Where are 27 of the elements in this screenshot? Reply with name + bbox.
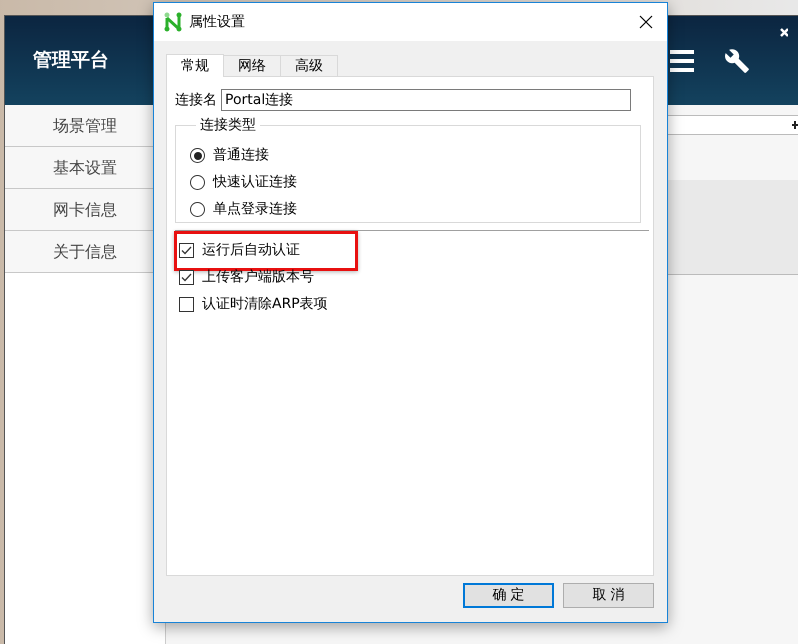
wrench-icon[interactable] [724, 48, 750, 74]
checkbox-label: 认证时清除ARP表项 [202, 295, 328, 314]
group-legend: 连接类型 [196, 115, 260, 136]
checkbox[interactable] [179, 297, 194, 312]
radio-label: 快速认证连接 [213, 173, 297, 192]
plus-icon[interactable] [792, 120, 798, 130]
checkbox-label: 上传客户端版本号 [202, 268, 314, 287]
radio-button[interactable] [190, 148, 205, 163]
close-icon[interactable] [639, 15, 653, 29]
checkbox-label: 运行后自动认证 [202, 241, 300, 260]
checkbox[interactable] [179, 243, 194, 258]
tab[interactable]: 常规 [166, 54, 224, 77]
radio-label: 普通连接 [213, 146, 269, 165]
tab[interactable]: 网络 [224, 55, 281, 76]
app-logo-icon [163, 12, 183, 32]
close-icon[interactable] [780, 28, 788, 40]
radio-label: 单点登录连接 [213, 200, 297, 219]
dialog-button[interactable]: 确 定 [463, 583, 554, 608]
dialog-title: 属性设置 [189, 12, 245, 32]
radio-button[interactable] [190, 175, 205, 190]
tab[interactable]: 高级 [281, 55, 338, 76]
app-title: 管理平台 [33, 48, 109, 74]
checkbox[interactable] [179, 270, 194, 285]
connection-name-field[interactable]: Portal连接 [221, 89, 631, 111]
dialog-button[interactable]: 取 消 [563, 583, 654, 608]
radio-button[interactable] [190, 202, 205, 217]
field-label: 连接名 [175, 90, 217, 110]
